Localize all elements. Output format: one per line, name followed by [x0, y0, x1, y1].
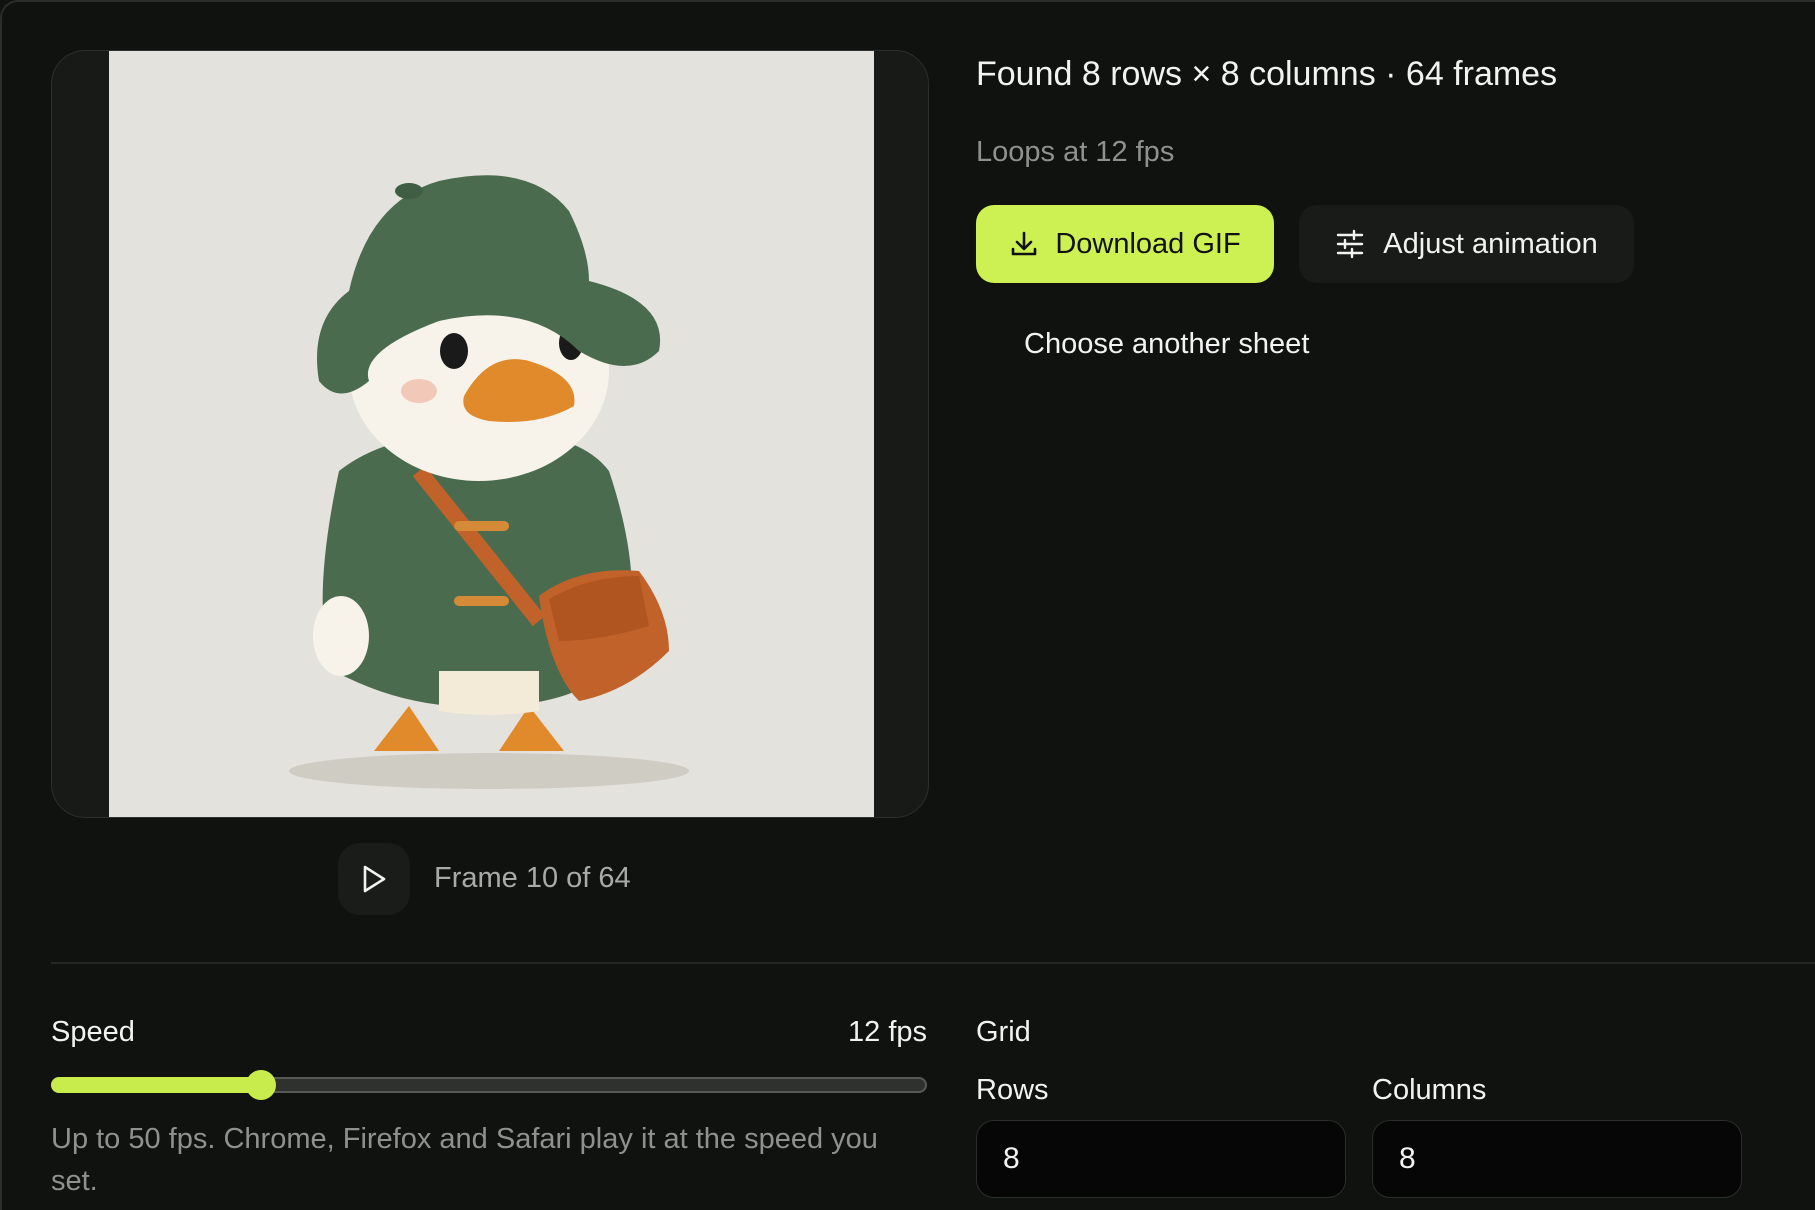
play-button[interactable] — [338, 843, 410, 915]
result-headline: Found 8 rows × 8 columns · 64 frames — [976, 55, 1558, 93]
download-gif-button[interactable]: Download GIF — [976, 205, 1274, 283]
download-gif-label: Download GIF — [1055, 227, 1241, 260]
columns-input[interactable] — [1372, 1120, 1742, 1198]
grid-heading: Grid — [976, 1016, 1031, 1048]
adjust-animation-button[interactable]: Adjust animation — [1299, 205, 1634, 283]
section-divider — [51, 962, 1815, 964]
preview-card — [51, 50, 929, 818]
adjust-animation-label: Adjust animation — [1383, 227, 1598, 260]
download-icon — [1012, 231, 1037, 256]
play-icon — [363, 865, 386, 893]
rows-label: Rows — [976, 1074, 1049, 1106]
frame-counter: Frame 10 of 64 — [434, 862, 631, 894]
speed-help-text: Up to 50 fps. Chrome, Firefox and Safari… — [51, 1123, 878, 1197]
loop-info: Loops at 12 fps — [976, 136, 1175, 168]
rows-input[interactable] — [976, 1120, 1346, 1198]
speed-value: 12 fps — [848, 1016, 927, 1048]
speed-slider-fill — [51, 1077, 262, 1093]
sliders-icon — [1337, 229, 1364, 259]
choose-another-sheet-button[interactable]: Choose another sheet — [1024, 328, 1309, 361]
duck-animation-frame — [109, 51, 874, 817]
speed-label: Speed — [51, 1016, 135, 1048]
speed-slider-thumb[interactable] — [246, 1070, 277, 1100]
columns-label: Columns — [1372, 1074, 1487, 1106]
